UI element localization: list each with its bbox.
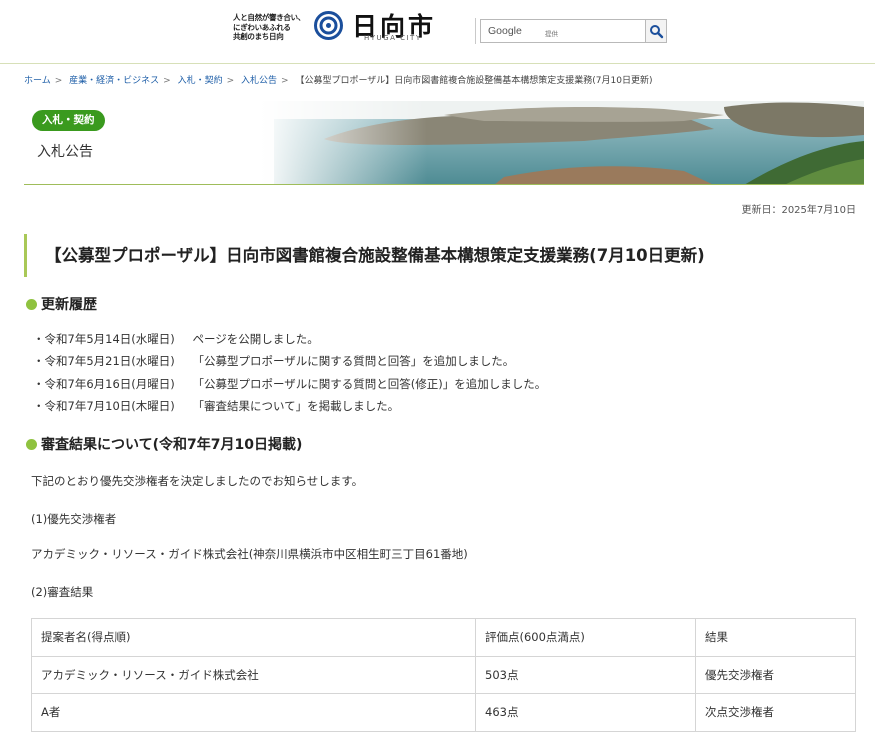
city-logo-roman: HYUGA CITY <box>364 34 422 42</box>
table-cell: 次点交渉権者 <box>695 693 856 732</box>
breadcrumb-current: 【公募型プロポーザル】日向市図書館複合施設整備基本構想策定支援業務(7月10日更… <box>295 76 653 86</box>
table-cell: 463点 <box>475 693 696 732</box>
bullet-dot-icon <box>26 439 37 450</box>
city-tagline: 人と自然が響き合い、 にぎわいあふれる 共創のまち日向 <box>233 13 313 42</box>
history-item: 令和7年5月14日(水曜日) ページを公開しました。 <box>33 331 546 353</box>
table-cell: A者 <box>31 693 476 732</box>
search-brand-sub: 提供 <box>545 30 558 38</box>
coastline-banner-image <box>24 101 864 184</box>
history-text: 「公募型プロポーザルに関する質問と回答(修正)」を追加しました。 <box>192 376 547 391</box>
category-banner: 入札・契約 入札公告 <box>24 101 864 185</box>
search-icon <box>650 25 664 39</box>
site-search-input[interactable]: Google 提供 <box>480 19 646 43</box>
tagline-line: 共創のまち日向 <box>233 32 284 41</box>
table-header-row: 提案者名(得点順) 評価点(600点満点) 結果 <box>31 618 856 657</box>
history-list: 令和7年5月14日(水曜日) ページを公開しました。 令和7年5月21日(水曜日)… <box>33 331 547 421</box>
history-item: 令和7年7月10日(木曜日) 「審査結果について」を掲載しました。 <box>33 398 546 420</box>
result-heading-text: 審査結果について(令和7年7月10日掲載) <box>41 437 303 453</box>
category-badge[interactable]: 入札・契約 <box>32 110 105 131</box>
breadcrumb-separator: > <box>54 76 63 86</box>
breadcrumb-link-industry[interactable]: 産業・経済・ビジネス <box>69 76 159 86</box>
breadcrumb-link-notices[interactable]: 入札公告 <box>241 76 277 86</box>
history-item: 令和7年5月21日(水曜日) 「公募型プロポーザルに関する質問と回答」を追加しまし… <box>33 353 546 375</box>
table-header-cell: 評価点(600点満点) <box>475 618 696 657</box>
page-title: 【公募型プロポーザル】日向市図書館複合施設整備基本構想策定支援業務(7月10日更… <box>24 234 856 277</box>
search-brand-label: Google <box>488 25 522 37</box>
history-date: 令和7年5月14日(水曜日) <box>44 332 175 346</box>
winner-name: アカデミック・リソース・ガイド株式会社(神奈川県横浜市中区相生町三丁目61番地) <box>31 547 468 561</box>
history-text: 「公募型プロポーザルに関する質問と回答」を追加しました。 <box>192 354 515 369</box>
breadcrumb: ホーム > 産業・経済・ビジネス > 入札・契約 > 入札公告 > 【公募型プロポーザル… <box>24 73 653 86</box>
tagline-line: にぎわいあふれる <box>233 22 291 32</box>
table-cell: アカデミック・リソース・ガイド株式会社 <box>31 655 476 694</box>
history-heading-text: 更新履歴 <box>41 297 97 313</box>
breadcrumb-link-bidding[interactable]: 入札・契約 <box>178 76 223 86</box>
history-date: 令和7年7月10日(木曜日) <box>44 399 175 414</box>
city-emblem-icon[interactable] <box>314 11 343 40</box>
updated-date: 更新日：2025年7月10日 <box>741 205 856 216</box>
site-header: 人と自然が響き合い、 にぎわいあふれる 共創のまち日向 日向市 HYUGA CI… <box>0 0 875 64</box>
result-table: 提案者名(得点順) 評価点(600点満点) 結果 アカデミック・リソース・ガイド… <box>31 618 856 732</box>
table-header-cell: 提案者名(得点順) <box>31 618 476 657</box>
breadcrumb-separator: > <box>163 76 171 86</box>
result-heading: 審査結果について(令和7年7月10日掲載) <box>26 434 302 454</box>
breadcrumb-separator: > <box>281 76 289 86</box>
result-subheading-2: (2)審査結果 <box>31 585 94 599</box>
section-name: 入札公告 <box>37 144 93 160</box>
history-date: 令和7年6月16日(月曜日) <box>44 376 175 391</box>
result-intro: 下記のとおり優先交渉権者を決定しましたのでお知らせします。 <box>31 474 364 488</box>
tagline-line: 人と自然が響き合い、 <box>233 13 305 22</box>
history-heading: 更新履歴 <box>26 294 97 314</box>
header-divider <box>475 18 476 44</box>
table-row: A者 463点 次点交渉権者 <box>31 693 856 732</box>
search-button[interactable] <box>645 19 667 43</box>
history-text: 「審査結果について」を掲載しました。 <box>192 399 400 414</box>
table-cell: 503点 <box>475 655 696 694</box>
history-text: ページを公開しました。 <box>192 332 319 346</box>
bullet-dot-icon <box>26 299 37 310</box>
history-item: 令和7年6月16日(月曜日) 「公募型プロポーザルに関する質問と回答(修正)」を追… <box>33 376 547 398</box>
table-cell: 優先交渉権者 <box>695 655 856 694</box>
breadcrumb-link-home[interactable]: ホーム <box>24 76 51 86</box>
result-subheading-1: (1)優先交渉権者 <box>31 512 117 526</box>
table-row: アカデミック・リソース・ガイド株式会社 503点 優先交渉権者 <box>31 655 856 694</box>
breadcrumb-separator: > <box>226 76 235 86</box>
table-header-cell: 結果 <box>695 618 856 657</box>
history-date: 令和7年5月21日(水曜日) <box>44 354 175 369</box>
